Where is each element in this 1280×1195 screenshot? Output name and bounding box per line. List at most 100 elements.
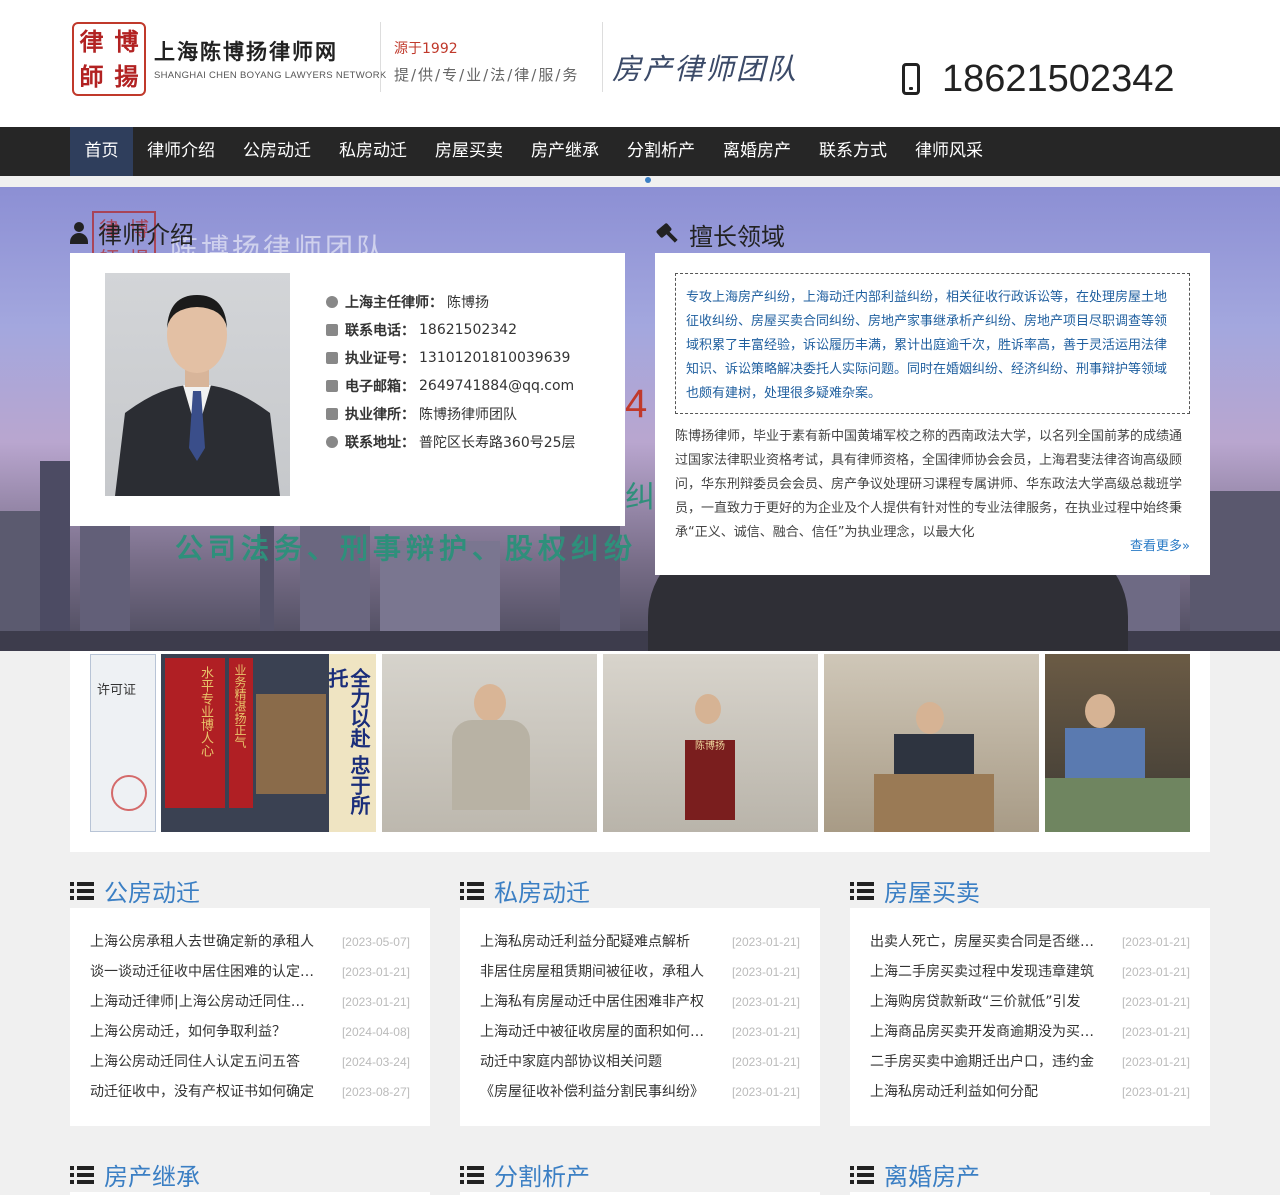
list-item[interactable]: 上海私房动迁利益如何分配 [2023-01-21]: [870, 1077, 1190, 1107]
news-date: [2023-01-21]: [1121, 995, 1190, 1009]
list-item[interactable]: 非居住房屋租赁期间被征收，承租人 [2023-01-21]: [480, 957, 800, 987]
gallery-item-portrait-chair[interactable]: [382, 654, 597, 832]
news-date: [2023-01-21]: [731, 1055, 800, 1069]
list-item[interactable]: 上海私房动迁利益分配疑难点解析 [2023-01-21]: [480, 927, 800, 957]
section-title: 分割析产: [494, 1163, 590, 1191]
info-value[interactable]: 2649741884@qq.com: [419, 378, 574, 394]
gallery-item-desk[interactable]: [824, 654, 1039, 832]
profile-row-address: 联系地址： 普陀区长寿路360号25层: [326, 428, 576, 456]
list-item[interactable]: 上海公房动迁，如何争取利益？ [2024-04-08]: [90, 1017, 410, 1047]
news-title[interactable]: 二手房买卖中逾期迁出户口，违约金: [870, 1047, 1096, 1077]
list-item[interactable]: 上海二手房买卖过程中发现违章建筑 [2023-01-21]: [870, 957, 1190, 987]
list-item[interactable]: 《房屋征收补偿利益分割民事纠纷》 [2023-01-21]: [480, 1077, 800, 1107]
news-title[interactable]: 动迁征收中，没有产权证书如何确定: [90, 1077, 316, 1107]
list-icon: [850, 1165, 874, 1184]
view-more-link[interactable]: 查看更多»: [1128, 535, 1190, 554]
news-title[interactable]: 上海公房动迁，如何争取利益？: [90, 1017, 316, 1047]
section-heading-partition[interactable]: 分割析产: [460, 1157, 590, 1192]
list-item[interactable]: 动迁中家庭内部协议相关问题 [2023-01-21]: [480, 1047, 800, 1077]
nav-item-gallery[interactable]: 律师风采: [901, 127, 997, 176]
gallery-item-certificate[interactable]: 许可证: [90, 654, 156, 832]
list-item[interactable]: 上海商品房买卖开发商逾期没为买受人 [2023-01-21]: [870, 1017, 1190, 1047]
nav-item-home[interactable]: 首页: [70, 127, 133, 176]
info-value: 普陀区长寿路360号25层: [419, 435, 576, 451]
news-title[interactable]: 上海私房动迁利益分配疑难点解析: [480, 927, 706, 957]
info-value: 陈博扬律师团队: [419, 407, 517, 423]
news-title[interactable]: 上海动迁律师|上海公房动迁同住人认定: [90, 987, 316, 1017]
info-value[interactable]: 18621502342: [419, 322, 517, 338]
section-title: 私房动迁: [494, 879, 590, 907]
expertise-heading: 擅长领域: [655, 217, 785, 252]
site-logo[interactable]: 律 博 師 揚: [72, 22, 146, 96]
list-icon: [70, 881, 94, 900]
list-item[interactable]: 上海公房承租人去世确定新的承租人 [2023-05-07]: [90, 927, 410, 957]
news-title[interactable]: 非居住房屋租赁期间被征收，承租人: [480, 957, 706, 987]
info-label: 执业证号：: [345, 351, 415, 367]
podium-label: 陈博扬: [695, 741, 725, 752]
news-title[interactable]: 动迁中家庭内部协议相关问题: [480, 1047, 706, 1077]
info-value: 陈博扬: [447, 295, 489, 311]
list-item[interactable]: 上海动迁律师|上海公房动迁同住人认定 [2023-01-21]: [90, 987, 410, 1017]
section-heading-private-housing[interactable]: 私房动迁: [460, 873, 590, 908]
logo-text[interactable]: 上海陈博扬律师网 SHANGHAI CHEN BOYANG LAWYERS NE…: [154, 36, 387, 81]
news-date: [2023-01-21]: [731, 935, 800, 949]
person-shirt: [1065, 728, 1145, 778]
list-item[interactable]: 上海私有房屋动迁中居住困难非产权 [2023-01-21]: [480, 987, 800, 1017]
nav-item-partition[interactable]: 分割析产: [613, 127, 709, 176]
nav-item-inheritance[interactable]: 房产继承: [517, 127, 613, 176]
profile-row-firm: 执业律所： 陈博扬律师团队: [326, 400, 576, 428]
nav-item-private-housing[interactable]: 私房动迁: [325, 127, 421, 176]
banner-partial-number: 4: [625, 382, 648, 426]
calligraphy-scroll: 全力以赴 忠于所托: [325, 654, 376, 832]
desk-image: [874, 774, 994, 832]
lawyer-photo: [105, 273, 290, 496]
news-title[interactable]: 上海二手房买卖过程中发现违章建筑: [870, 957, 1096, 987]
news-date: [2023-08-27]: [341, 1085, 410, 1099]
news-list-public-housing: 上海公房承租人去世确定新的承租人 [2023-05-07] 谈一谈动迁征收中居住困…: [70, 908, 430, 1126]
list-item[interactable]: 二手房买卖中逾期迁出户口，违约金 [2023-01-21]: [870, 1047, 1190, 1077]
news-title[interactable]: 上海私有房屋动迁中居住困难非产权: [480, 987, 706, 1017]
news-title[interactable]: 上海购房贷款新政“三价就低”引发: [870, 987, 1096, 1017]
expertise-card: 专攻上海房产纠纷，上海动迁内部利益纠纷，相关征收行政诉讼等，在处理房屋土地征收纠…: [655, 253, 1210, 575]
news-title[interactable]: 《房屋征收补偿利益分割民事纠纷》: [480, 1077, 706, 1107]
nav-item-house-trade[interactable]: 房屋买卖: [421, 127, 517, 176]
section-heading-house-trade[interactable]: 房屋买卖: [850, 873, 980, 908]
section-title: 离婚房产: [884, 1163, 980, 1191]
nav-item-divorce-property[interactable]: 离婚房产: [709, 127, 805, 176]
list-item[interactable]: 出卖人死亡，房屋买卖合同是否继续履行 [2023-01-21]: [870, 927, 1190, 957]
list-item[interactable]: 上海动迁中被征收房屋的面积如何确定 [2023-01-21]: [480, 1017, 800, 1047]
news-title[interactable]: 出卖人死亡，房屋买卖合同是否继续履行: [870, 927, 1096, 957]
list-item[interactable]: 动迁征收中，没有产权证书如何确定 [2023-08-27]: [90, 1077, 410, 1107]
news-date: [2023-01-21]: [1121, 1025, 1190, 1039]
team-title: 房产律师团队: [612, 52, 799, 86]
header-phone[interactable]: 18621502342: [942, 58, 1174, 101]
profile-row-phone: 联系电话： 18621502342: [326, 316, 576, 344]
nav-item-lawyer-intro[interactable]: 律师介绍: [133, 127, 229, 176]
info-label: 联系地址：: [345, 435, 415, 451]
nav-item-public-housing[interactable]: 公房动迁: [229, 127, 325, 176]
news-title[interactable]: 上海私房动迁利益如何分配: [870, 1077, 1096, 1107]
list-item[interactable]: 谈一谈动迁征收中居住困难的认定问题 [2023-01-21]: [90, 957, 410, 987]
news-title[interactable]: 上海公房动迁同住人认定五问五答: [90, 1047, 316, 1077]
gallery-item-banners[interactable]: 水平专业博人心 业务精湛扬正气 全力以赴 忠于所托: [161, 654, 376, 832]
section-heading-divorce-property[interactable]: 离婚房产: [850, 1157, 980, 1192]
news-title[interactable]: 上海商品房买卖开发商逾期没为买受人: [870, 1017, 1096, 1047]
news-date: [2024-03-24]: [341, 1055, 410, 1069]
news-title[interactable]: 上海公房承租人去世确定新的承租人: [90, 927, 316, 957]
gallery-item-podium[interactable]: 陈博扬: [603, 654, 818, 832]
news-title[interactable]: 上海动迁中被征收房屋的面积如何确定: [480, 1017, 706, 1047]
slider-indicator[interactable]: [645, 177, 651, 183]
certificate-title: 许可证: [97, 683, 137, 698]
news-date: [2023-01-21]: [731, 1085, 800, 1099]
list-item[interactable]: 上海购房贷款新政“三价就低”引发 [2023-01-21]: [870, 987, 1190, 1017]
nav-item-contact[interactable]: 联系方式: [805, 127, 901, 176]
person-head: [1085, 694, 1115, 728]
main-nav: 首页 律师介绍 公房动迁 私房动迁 房屋买卖 房产继承 分割析产 离婚房产 联系…: [0, 127, 1280, 176]
news-title[interactable]: 谈一谈动迁征收中居住困难的认定问题: [90, 957, 316, 987]
news-date: [2023-01-21]: [1121, 935, 1190, 949]
section-heading-inheritance[interactable]: 房产继承: [70, 1157, 200, 1192]
section-heading-public-housing[interactable]: 公房动迁: [70, 873, 200, 908]
list-item[interactable]: 上海公房动迁同住人认定五问五答 [2024-03-24]: [90, 1047, 410, 1077]
divider: [380, 22, 381, 92]
gallery-item-office[interactable]: [1045, 654, 1190, 832]
